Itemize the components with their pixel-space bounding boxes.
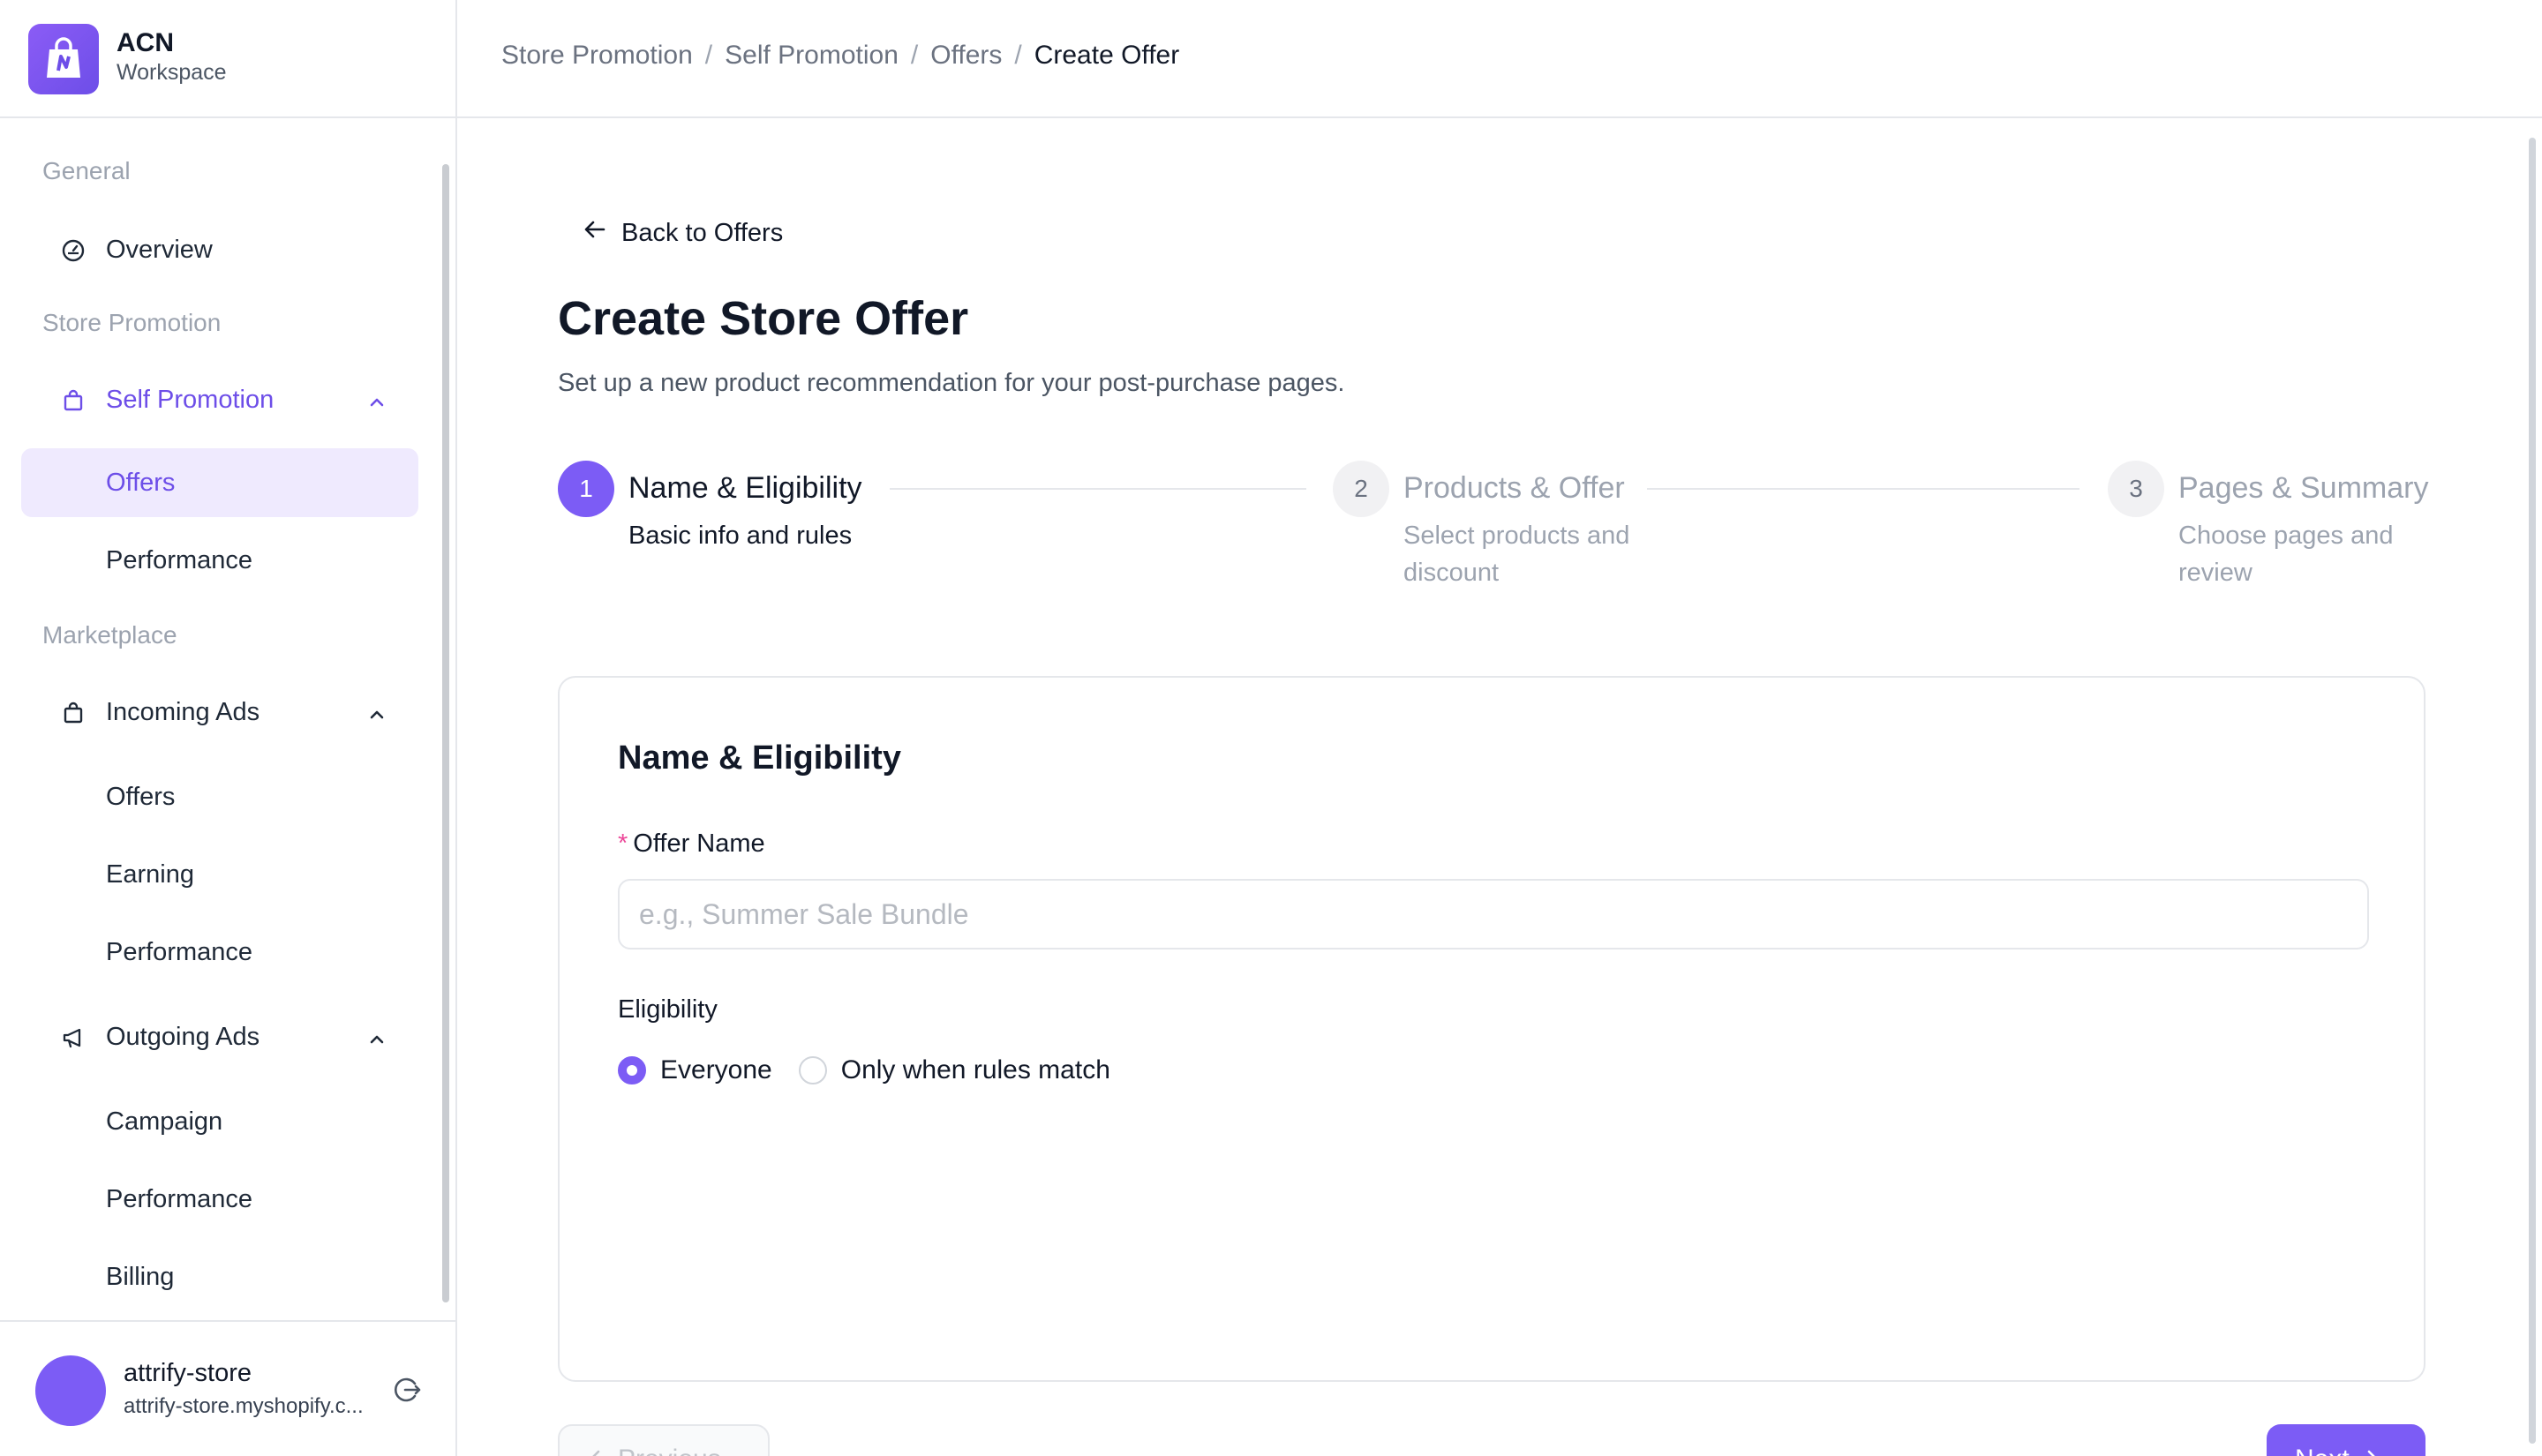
brand: ACN Workspace — [0, 0, 455, 118]
radio-option-everyone[interactable]: Everyone — [618, 1055, 772, 1085]
sidebar-item-label: Earning — [106, 859, 194, 889]
page-title: Create Store Offer — [558, 292, 969, 345]
sidebar-nav: General Overview Store Promotion Self Pr… — [0, 120, 455, 1320]
user-profile[interactable]: attrify-store attrify-store.myshopify.c.… — [0, 1320, 455, 1456]
gauge-icon — [62, 239, 85, 262]
sidebar-item-label: Outgoing Ads — [106, 1022, 260, 1051]
offer-name-input[interactable] — [618, 879, 2369, 949]
step-number[interactable]: 3 — [2108, 461, 2164, 517]
step-description: Select products and discount — [1403, 522, 1630, 587]
next-button[interactable]: Next — [2267, 1424, 2425, 1456]
eligibility-radio-group: Everyone Only when rules match — [618, 1055, 1137, 1085]
shopping-bag-icon — [62, 702, 85, 724]
radio-label: Everyone — [660, 1055, 772, 1084]
user-name: attrify-store — [124, 1359, 252, 1387]
eligibility-label: Eligibility — [618, 995, 718, 1024]
avatar — [35, 1355, 106, 1426]
sidebar-item-label: Campaign — [106, 1107, 223, 1136]
sidebar-item-outgoing-ads[interactable]: Outgoing Ads — [21, 1002, 418, 1071]
back-label: Back to Offers — [621, 218, 784, 247]
step-number[interactable]: 2 — [1333, 461, 1389, 517]
form-card: Name & Eligibility *Offer Name Eligibili… — [558, 676, 2425, 1382]
sidebar-item-label: Performance — [106, 1184, 253, 1213]
sidebar-item-incoming-ads[interactable]: Incoming Ads — [21, 678, 418, 747]
chevron-up-icon[interactable] — [367, 390, 387, 409]
step-description: Choose pages and review — [2178, 522, 2394, 587]
section-label-store-promotion: Store Promotion — [42, 309, 222, 336]
step-number[interactable]: 1 — [558, 461, 614, 517]
sidebar-item-label: Offers — [106, 782, 176, 811]
scrollbar-thumb[interactable] — [442, 164, 449, 1302]
back-to-offers-link[interactable]: Back to Offers — [583, 217, 783, 249]
chevron-up-icon[interactable] — [367, 702, 387, 722]
brand-name: ACN — [117, 28, 174, 57]
sidebar-item-overview[interactable]: Overview — [21, 215, 418, 284]
chevron-up-icon[interactable] — [367, 1027, 387, 1047]
breadcrumb-link[interactable]: Offers — [930, 41, 1002, 71]
breadcrumb-current: Create Offer — [1034, 41, 1180, 70]
sidebar: ACN Workspace General Overview Store Pro… — [0, 0, 457, 1456]
section-label-marketplace: Marketplace — [42, 621, 177, 649]
sidebar-item-label: Performance — [106, 937, 253, 966]
scrollbar-thumb[interactable] — [2529, 138, 2536, 1444]
sidebar-scrollbar[interactable] — [441, 141, 450, 1302]
breadcrumb-separator: / — [1014, 41, 1022, 70]
arrow-left-icon — [583, 217, 607, 249]
sidebar-item-outgoing-performance[interactable]: Performance — [21, 1165, 418, 1234]
sidebar-item-earning[interactable]: Earning — [21, 840, 418, 909]
sidebar-item-offers[interactable]: Offers — [21, 448, 418, 517]
step-title[interactable]: Products & Offer — [1403, 471, 1625, 506]
next-label: Next — [2295, 1445, 2350, 1456]
step-connector — [1647, 488, 2079, 490]
sidebar-item-incoming-performance[interactable]: Performance — [21, 918, 418, 987]
previous-button[interactable]: Previous — [558, 1424, 770, 1456]
required-marker: * — [618, 829, 628, 858]
sidebar-item-performance[interactable]: Performance — [21, 526, 418, 595]
logout-icon[interactable] — [392, 1375, 422, 1405]
radio-label: Only when rules match — [840, 1055, 1110, 1084]
breadcrumb: Store Promotion / Self Promotion / Offer… — [501, 41, 1179, 71]
chevron-right-icon — [2362, 1445, 2381, 1456]
top-header: Store Promotion / Self Promotion / Offer… — [457, 0, 2542, 118]
breadcrumb-link[interactable]: Self Promotion — [725, 41, 899, 71]
chevron-left-icon — [586, 1445, 605, 1456]
offer-name-label: * Offer Name — [618, 829, 765, 859]
sidebar-item-label: Performance — [106, 545, 253, 574]
brand-subtitle: Workspace — [117, 60, 227, 85]
sidebar-item-campaign[interactable]: Campaign — [21, 1087, 418, 1156]
breadcrumb-separator: / — [910, 41, 919, 70]
radio-button-checked[interactable] — [618, 1056, 646, 1084]
sidebar-item-label: Billing — [106, 1262, 175, 1291]
shopping-bag-logo-icon — [28, 24, 99, 94]
step-title[interactable]: Pages & Summary — [2178, 471, 2428, 506]
breadcrumb-link[interactable]: Store Promotion — [501, 41, 693, 71]
main-scrollbar[interactable] — [2526, 120, 2538, 1456]
card-title: Name & Eligibility — [618, 739, 901, 777]
shopping-bag-icon — [62, 389, 85, 412]
sidebar-item-label: Offers — [106, 468, 176, 497]
previous-label: Previous — [618, 1445, 721, 1456]
step-connector — [890, 488, 1306, 490]
user-domain: attrify-store.myshopify.c... — [124, 1394, 364, 1418]
offer-name-label-text: Offer Name — [633, 829, 765, 858]
sidebar-item-self-promotion[interactable]: Self Promotion — [21, 365, 418, 434]
sidebar-item-billing[interactable]: Billing — [21, 1242, 418, 1311]
sidebar-item-incoming-offers[interactable]: Offers — [21, 762, 418, 831]
sidebar-item-label: Self Promotion — [106, 385, 275, 414]
page-subtitle: Set up a new product recommendation for … — [558, 369, 1345, 397]
megaphone-icon — [62, 1026, 85, 1049]
step-description: Basic info and rules — [628, 522, 853, 550]
step-title[interactable]: Name & Eligibility — [628, 471, 862, 506]
section-label-general: General — [42, 157, 131, 184]
radio-option-rules-match[interactable]: Only when rules match — [798, 1055, 1110, 1085]
breadcrumb-separator: / — [704, 41, 713, 70]
radio-button[interactable] — [798, 1056, 827, 1084]
sidebar-item-label: Overview — [106, 235, 213, 264]
sidebar-item-label: Incoming Ads — [106, 697, 260, 726]
